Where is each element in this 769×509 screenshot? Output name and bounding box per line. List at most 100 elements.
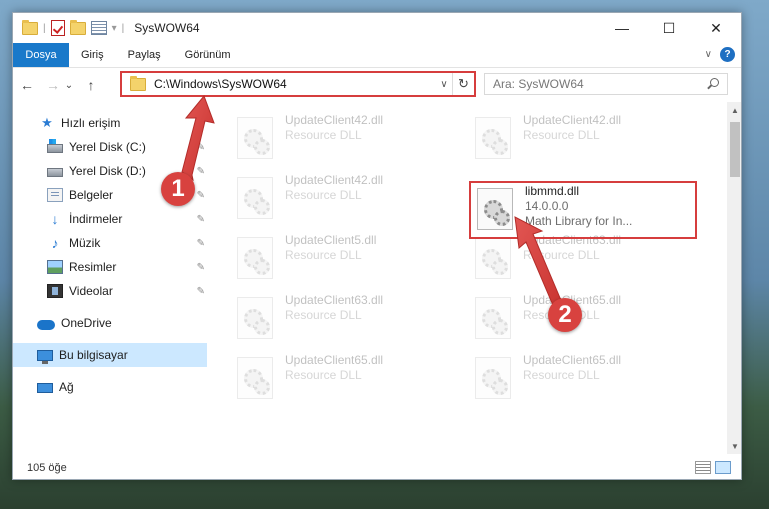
dll-file-icon xyxy=(475,357,511,399)
file-description: Math Library for In... xyxy=(525,214,633,228)
file-list: UpdateClient42.dll Resource DLL UpdateCli… xyxy=(207,102,727,454)
star-icon: ★ xyxy=(41,115,53,130)
sidebar-item-label: Resimler xyxy=(69,260,117,274)
tab-file[interactable]: Dosya xyxy=(13,43,69,67)
address-folder-icon xyxy=(130,75,146,91)
sidebar-item-quick-access[interactable]: ★ Hızlı erişim xyxy=(13,111,207,135)
file-item[interactable]: UpdateClient65.dllResource DLL xyxy=(475,353,705,403)
properties-check-icon[interactable] xyxy=(50,20,65,36)
folder-icon xyxy=(22,19,38,35)
recent-locations-chevron-icon[interactable]: ⌄ xyxy=(63,80,75,91)
navigation-bar: ← → ⌄ ↑ C:\Windows\SysWOW64 ∨ ↻ Ara: Sys… xyxy=(13,68,741,102)
pin-icon: ✎ xyxy=(196,141,205,153)
file-name: UpdateClient42.dll xyxy=(523,113,622,127)
sidebar-item-pictures[interactable]: Resimler ✎ xyxy=(13,255,207,279)
sidebar-item-videos[interactable]: Videolar ✎ xyxy=(13,279,207,303)
sidebar-item-label: Yerel Disk (C:) xyxy=(69,140,146,154)
documents-icon xyxy=(47,188,63,202)
search-input[interactable]: Ara: SysWOW64 xyxy=(493,77,584,91)
sidebar-item-onedrive[interactable]: OneDrive xyxy=(13,311,207,335)
file-item[interactable]: UpdateClient42.dll Resource DLL xyxy=(237,113,467,163)
step-1-badge: 1 xyxy=(161,172,195,206)
file-item-libmmd[interactable]: libmmd.dll 14.0.0.0 Math Library for In.… xyxy=(477,184,707,234)
file-item[interactable]: UpdateClient42.dll Resource DLL xyxy=(475,113,705,163)
sidebar-item-network[interactable]: Ağ xyxy=(13,375,207,399)
sidebar-item-label: OneDrive xyxy=(61,316,112,330)
step-2-badge: 2 xyxy=(548,298,582,332)
pin-icon: ✎ xyxy=(196,165,205,177)
minimize-button[interactable]: — xyxy=(599,13,645,43)
details-view-icon[interactable] xyxy=(695,461,711,474)
file-item[interactable]: UpdateClient5.dll Resource DLL xyxy=(237,233,467,283)
file-item[interactable]: UpdateClient65.dllResource DLL xyxy=(237,353,467,403)
dll-file-icon xyxy=(477,188,513,230)
file-description: Resource DLL xyxy=(523,368,600,382)
tab-view[interactable]: Görünüm xyxy=(173,43,243,67)
sidebar-item-music[interactable]: ♪ Müzik ✎ xyxy=(13,231,207,255)
quick-access-toolbar: | ▾ | xyxy=(13,19,124,36)
sidebar-item-local-disk-c[interactable]: Yerel Disk (C:) ✎ xyxy=(13,135,207,159)
sidebar-item-downloads[interactable]: ↓ İndirmeler ✎ xyxy=(13,207,207,231)
file-description: Resource DLL xyxy=(285,368,362,382)
tab-home[interactable]: Giriş xyxy=(69,43,116,67)
scroll-up-arrow-icon[interactable]: ▲ xyxy=(727,102,741,118)
close-button[interactable]: ✕ xyxy=(693,13,739,43)
search-box[interactable]: Ara: SysWOW64 xyxy=(484,73,728,95)
file-name: libmmd.dll xyxy=(525,184,580,198)
customize-toolbar-chevron-icon[interactable]: ▾ xyxy=(112,23,117,34)
vertical-scrollbar[interactable]: ▲ ▼ xyxy=(727,102,741,454)
ribbon-tabs: Dosya Giriş Paylaş Görünüm ∨ ? xyxy=(13,43,741,68)
maximize-button[interactable]: ☐ xyxy=(646,13,692,43)
sidebar-item-this-pc[interactable]: Bu bilgisayar xyxy=(13,343,207,367)
dll-file-icon xyxy=(237,237,273,279)
file-name: UpdateClient65.dll xyxy=(285,353,384,367)
sidebar-item-label: Hızlı erişim xyxy=(61,116,121,130)
file-item[interactable]: UpdateClient63.dll Resource DLL xyxy=(475,233,705,283)
dll-file-icon xyxy=(475,237,511,279)
sidebar-item-label: Videolar xyxy=(69,284,113,298)
file-item[interactable]: UpdateClient42.dll Resource DLL xyxy=(237,173,467,223)
explorer-window: | ▾ | SysWOW64 — ☐ ✕ Dosya Giriş Paylaş … xyxy=(12,12,742,480)
file-description: Resource DLL xyxy=(285,128,362,142)
search-icon xyxy=(707,78,719,90)
help-icon[interactable]: ? xyxy=(720,47,735,62)
dll-file-icon xyxy=(475,297,511,339)
forward-button[interactable]: → xyxy=(43,77,63,93)
download-icon: ↓ xyxy=(51,211,59,227)
tiles-view-icon[interactable] xyxy=(715,461,731,474)
refresh-button[interactable]: ↻ xyxy=(452,73,474,95)
pin-icon: ✎ xyxy=(196,189,205,201)
tab-share[interactable]: Paylaş xyxy=(116,43,173,67)
scrollbar-thumb[interactable] xyxy=(730,122,740,177)
expand-ribbon-chevron-icon[interactable]: ∨ xyxy=(705,49,712,60)
navigation-pane: ★ Hızlı erişim Yerel Disk (C:) ✎ Yerel D… xyxy=(13,102,207,454)
file-name: UpdateClient63.dll xyxy=(285,293,384,307)
up-button[interactable]: ↑ xyxy=(81,77,101,93)
view-options-icon[interactable] xyxy=(90,21,107,35)
file-item[interactable]: UpdateClient63.dll Resource DLL xyxy=(237,293,467,343)
file-version: 14.0.0.0 xyxy=(525,199,569,213)
new-folder-icon[interactable] xyxy=(69,19,86,35)
address-bar[interactable]: C:\Windows\SysWOW64 ∨ ↻ xyxy=(120,71,476,97)
item-count: 105 öğe xyxy=(27,461,67,474)
dll-file-icon xyxy=(237,357,273,399)
pin-icon: ✎ xyxy=(196,285,205,297)
sidebar-item-label: Ağ xyxy=(59,380,74,394)
pin-icon: ✎ xyxy=(196,213,205,225)
music-icon: ♪ xyxy=(51,235,59,251)
file-description: Resource DLL xyxy=(523,248,600,262)
pin-icon: ✎ xyxy=(196,237,205,249)
view-buttons xyxy=(695,461,731,474)
file-description: Resource DLL xyxy=(285,248,362,262)
dll-file-icon xyxy=(237,297,273,339)
file-item[interactable]: UpdateClient65.dllResource DLL xyxy=(475,293,705,343)
address-path[interactable]: C:\Windows\SysWOW64 xyxy=(154,77,436,91)
file-description: Resource DLL xyxy=(285,188,362,202)
address-dropdown-chevron-icon[interactable]: ∨ xyxy=(436,79,452,90)
back-button[interactable]: ← xyxy=(17,77,37,93)
scroll-down-arrow-icon[interactable]: ▼ xyxy=(727,438,741,454)
dll-file-icon xyxy=(237,117,273,159)
sidebar-item-label: Müzik xyxy=(69,236,101,250)
file-name: UpdateClient5.dll xyxy=(285,233,377,247)
